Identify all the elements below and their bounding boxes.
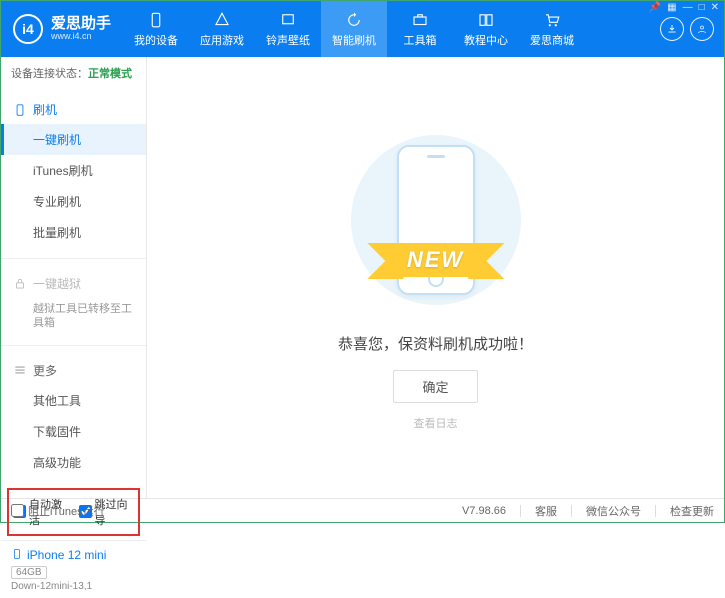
nav-tutorials[interactable]: 教程中心 (453, 1, 519, 57)
theme-icon[interactable]: ▦ (667, 2, 676, 13)
nav-store[interactable]: 爱思商城 (519, 1, 585, 57)
user-button[interactable] (690, 17, 714, 41)
main-content: NEW 恭喜您，保资料刷机成功啦！ 确定 查看日志 (147, 57, 724, 498)
success-message: 恭喜您，保资料刷机成功啦！ (338, 333, 533, 354)
sidebar-item-itunes[interactable]: iTunes刷机 (1, 155, 146, 186)
sidebar-head-label: 刷机 (33, 101, 57, 118)
window-controls: 📌 ▦ — □ ✕ (649, 2, 719, 13)
device-model: Down-12mini-13,1 (11, 581, 136, 592)
sidebar-item-advanced[interactable]: 高级功能 (1, 447, 146, 478)
wechat-link[interactable]: 微信公众号 (586, 503, 641, 519)
nav-ringtones[interactable]: 铃声壁纸 (255, 1, 321, 57)
nav-my-device[interactable]: 我的设备 (123, 1, 189, 57)
app-name: 爱思助手 (51, 16, 111, 33)
nav-label: 爱思商城 (530, 32, 574, 48)
connection-status: 设备连接状态：正常模式 (1, 57, 146, 89)
titlebar: i4 爱思助手 www.i4.cn 我的设备 应用游戏 铃声壁纸 智能刷机 工具… (1, 1, 724, 57)
app-site: www.i4.cn (51, 32, 111, 42)
sidebar-head-more[interactable]: 更多 (1, 356, 146, 385)
nav-apps[interactable]: 应用游戏 (189, 1, 255, 57)
jailbreak-note: 越狱工具已转移至工具箱 (1, 298, 146, 335)
sidebar-head-flash[interactable]: 刷机 (1, 95, 146, 124)
toolbox-icon (410, 10, 430, 30)
sidebar-item-pro[interactable]: 专业刷机 (1, 186, 146, 217)
sidebar-item-batch[interactable]: 批量刷机 (1, 217, 146, 248)
apps-icon (212, 10, 232, 30)
cart-icon (542, 10, 562, 30)
wallpaper-icon (278, 10, 298, 30)
device-name: iPhone 12 mini (27, 548, 106, 562)
sidebar-head-label: 一键越狱 (33, 275, 81, 292)
book-icon (476, 10, 496, 30)
block-itunes-checkbox[interactable]: 阻止iTunes运行 (11, 503, 105, 519)
new-ribbon: NEW (389, 243, 482, 277)
nav-label: 我的设备 (134, 32, 178, 48)
phone-icon (11, 547, 23, 564)
lock-icon (13, 277, 27, 291)
device-info[interactable]: iPhone 12 mini 64GB Down-12mini-13,1 (1, 540, 146, 598)
main-nav: 我的设备 应用游戏 铃声壁纸 智能刷机 工具箱 教程中心 爱思商城 (123, 1, 660, 57)
nav-flash[interactable]: 智能刷机 (321, 1, 387, 57)
sidebar-item-oneclick[interactable]: 一键刷机 (1, 124, 146, 155)
sidebar-item-other[interactable]: 其他工具 (1, 385, 146, 416)
version-label: V7.98.66 (462, 505, 506, 517)
close-button[interactable]: ✕ (711, 2, 719, 13)
nav-label: 铃声壁纸 (266, 32, 310, 48)
phone-icon (146, 10, 166, 30)
sidebar-head-jailbreak: 一键越狱 (1, 269, 146, 298)
nav-label: 工具箱 (404, 32, 437, 48)
nav-toolbox[interactable]: 工具箱 (387, 1, 453, 57)
check-update-link[interactable]: 检查更新 (670, 503, 714, 519)
refresh-icon (344, 10, 364, 30)
menu-icon (13, 363, 27, 377)
view-log-link[interactable]: 查看日志 (414, 415, 458, 431)
sidebar-head-label: 更多 (33, 362, 57, 379)
minimize-button[interactable]: — (683, 2, 693, 13)
phone-icon (13, 103, 27, 117)
ok-button[interactable]: 确定 (393, 370, 477, 403)
logo: i4 爱思助手 www.i4.cn (1, 14, 123, 44)
maximize-button[interactable]: □ (699, 2, 705, 13)
nav-label: 应用游戏 (200, 32, 244, 48)
nav-label: 教程中心 (464, 32, 508, 48)
nav-label: 智能刷机 (332, 32, 376, 48)
download-button[interactable] (660, 17, 684, 41)
device-capacity: 64GB (11, 566, 47, 579)
success-illustration: NEW (346, 125, 526, 315)
sidebar: 设备连接状态：正常模式 刷机 一键刷机 iTunes刷机 专业刷机 批量刷机 一… (1, 57, 147, 498)
customer-service-link[interactable]: 客服 (535, 503, 557, 519)
pin-icon[interactable]: 📌 (649, 2, 661, 13)
logo-icon: i4 (13, 14, 43, 44)
sidebar-item-download-fw[interactable]: 下载固件 (1, 416, 146, 447)
